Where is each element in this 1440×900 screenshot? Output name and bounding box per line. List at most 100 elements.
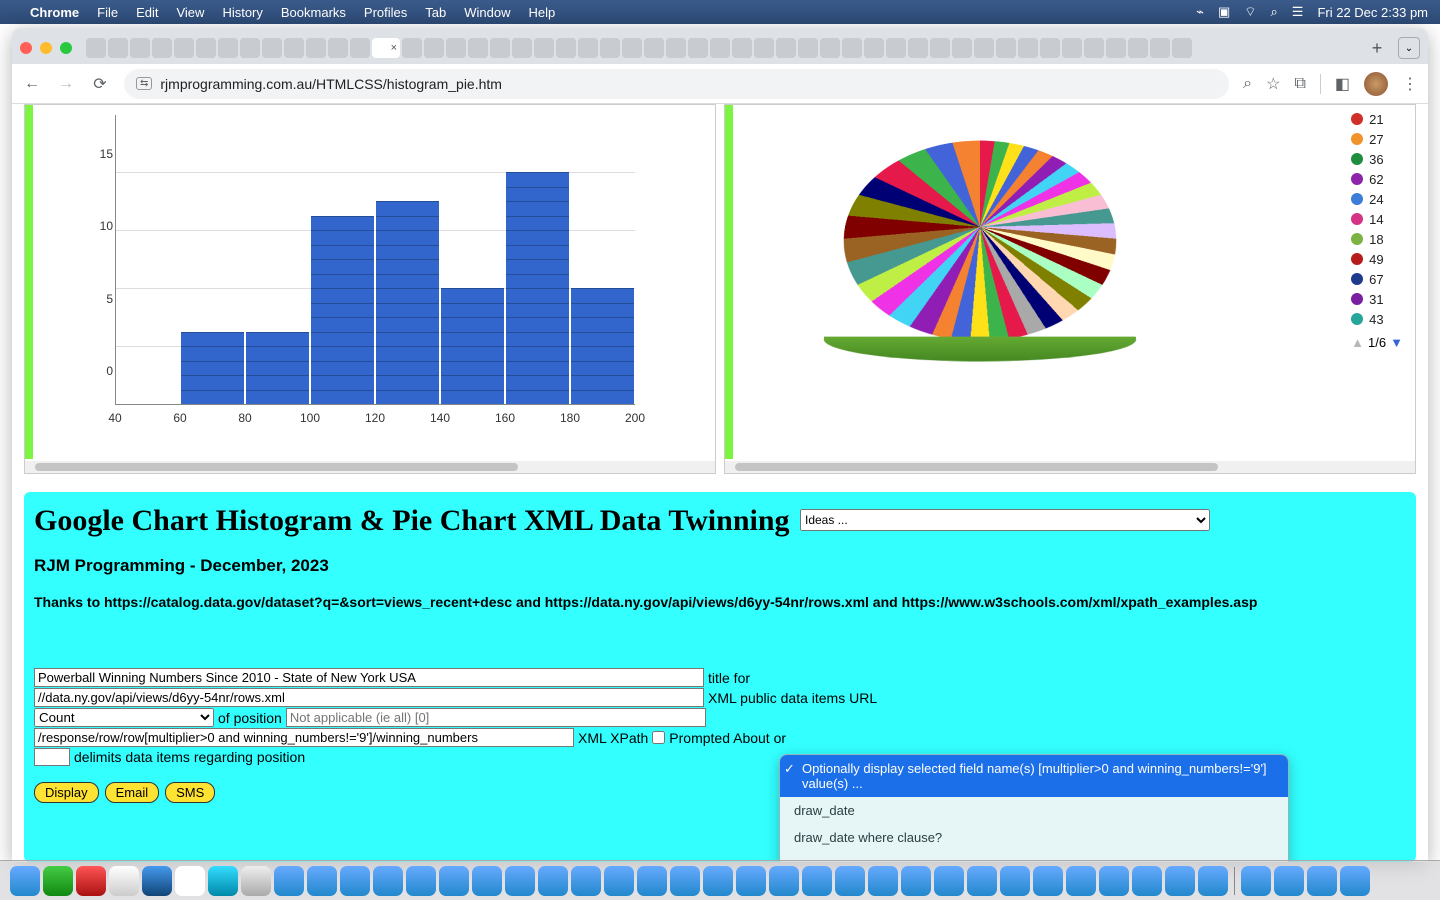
dock-app-icon[interactable] bbox=[571, 866, 601, 896]
display-button[interactable]: Display bbox=[34, 782, 99, 803]
dock-app-icon[interactable] bbox=[472, 866, 502, 896]
pinned-tab[interactable] bbox=[468, 38, 488, 58]
pinned-tab[interactable] bbox=[776, 38, 796, 58]
pinned-tab[interactable] bbox=[732, 38, 752, 58]
panel-scrollbar[interactable] bbox=[25, 461, 715, 473]
pinned-tab[interactable] bbox=[512, 38, 532, 58]
dock-app-icon[interactable] bbox=[1066, 866, 1096, 896]
dock-app-icon[interactable] bbox=[934, 866, 964, 896]
new-tab-button[interactable]: + bbox=[1366, 38, 1388, 59]
dock-app-icon[interactable] bbox=[208, 866, 238, 896]
dock-app-icon[interactable] bbox=[802, 866, 832, 896]
pinned-tab[interactable] bbox=[886, 38, 906, 58]
bluetooth-icon[interactable]: ⌁ bbox=[1196, 4, 1204, 20]
pinned-tab[interactable] bbox=[666, 38, 686, 58]
dock-app-icon[interactable] bbox=[175, 866, 205, 896]
dock-app-icon[interactable] bbox=[901, 866, 931, 896]
control-center-icon[interactable]: ☰ bbox=[1292, 4, 1304, 20]
dock-app-icon[interactable] bbox=[868, 866, 898, 896]
dock-app-icon[interactable] bbox=[274, 866, 304, 896]
count-select[interactable]: Count bbox=[34, 708, 214, 727]
pinned-tab[interactable] bbox=[1106, 38, 1126, 58]
title-input[interactable] bbox=[34, 668, 704, 687]
pinned-tab[interactable] bbox=[284, 38, 304, 58]
dock-app-icon[interactable] bbox=[1033, 866, 1063, 896]
menu-history[interactable]: History bbox=[222, 5, 262, 20]
zoom-icon[interactable]: ⌕ bbox=[1243, 75, 1252, 93]
pinned-tab[interactable] bbox=[908, 38, 928, 58]
pinned-tab[interactable] bbox=[1150, 38, 1170, 58]
reload-button[interactable]: ⟳ bbox=[90, 74, 110, 94]
pinned-tab[interactable] bbox=[1128, 38, 1148, 58]
legend-item[interactable]: 49 bbox=[1351, 249, 1403, 269]
dock-app-icon[interactable] bbox=[967, 866, 997, 896]
legend-item[interactable]: 67 bbox=[1351, 269, 1403, 289]
pinned-tab[interactable] bbox=[446, 38, 466, 58]
dock-app-icon[interactable] bbox=[1274, 866, 1304, 896]
dock-app-icon[interactable] bbox=[1340, 866, 1370, 896]
menu-bookmarks[interactable]: Bookmarks bbox=[281, 5, 346, 20]
pinned-tab[interactable] bbox=[600, 38, 620, 58]
pinned-tab[interactable] bbox=[556, 38, 576, 58]
position-input[interactable] bbox=[286, 708, 706, 727]
dock-app-icon[interactable] bbox=[1132, 866, 1162, 896]
legend-item[interactable]: 27 bbox=[1351, 129, 1403, 149]
minimize-window-button[interactable] bbox=[40, 42, 52, 54]
pinned-tab[interactable] bbox=[130, 38, 150, 58]
pinned-tab[interactable] bbox=[218, 38, 238, 58]
dock-app-icon[interactable] bbox=[340, 866, 370, 896]
pinned-tab[interactable] bbox=[842, 38, 862, 58]
sms-button[interactable]: SMS bbox=[165, 782, 215, 803]
pinned-tab[interactable] bbox=[864, 38, 884, 58]
dropdown-option[interactable]: draw_date where clause? bbox=[780, 824, 1288, 851]
pinned-tab[interactable] bbox=[490, 38, 510, 58]
dock-app-icon[interactable] bbox=[1198, 866, 1228, 896]
legend-item[interactable]: 62 bbox=[1351, 169, 1403, 189]
email-button[interactable]: Email bbox=[105, 782, 160, 803]
pinned-tab[interactable] bbox=[996, 38, 1016, 58]
tabs-overflow-button[interactable]: ⌄ bbox=[1398, 37, 1420, 59]
dock-app-icon[interactable] bbox=[538, 866, 568, 896]
dock-app-icon[interactable] bbox=[76, 866, 106, 896]
dock-app-icon[interactable] bbox=[109, 866, 139, 896]
dock-app-icon[interactable] bbox=[373, 866, 403, 896]
legend-prev-icon[interactable]: ▲ bbox=[1351, 335, 1364, 350]
legend-item[interactable]: 43 bbox=[1351, 309, 1403, 329]
dropdown-option[interactable]: draw_date bbox=[780, 797, 1288, 824]
pinned-tab[interactable] bbox=[974, 38, 994, 58]
pinned-tab[interactable] bbox=[1084, 38, 1104, 58]
dock-app-icon[interactable] bbox=[1000, 866, 1030, 896]
sidepanel-icon[interactable]: ◧ bbox=[1335, 74, 1350, 94]
dock-app-icon[interactable] bbox=[637, 866, 667, 896]
pinned-tab[interactable] bbox=[754, 38, 774, 58]
dock-app-icon[interactable] bbox=[43, 866, 73, 896]
legend-item[interactable]: 36 bbox=[1351, 149, 1403, 169]
dock-app-icon[interactable] bbox=[769, 866, 799, 896]
pinned-tab[interactable] bbox=[622, 38, 642, 58]
dock-app-icon[interactable] bbox=[835, 866, 865, 896]
xpath-input[interactable] bbox=[34, 728, 574, 747]
pinned-tab[interactable] bbox=[820, 38, 840, 58]
pinned-tab[interactable] bbox=[578, 38, 598, 58]
legend-item[interactable]: 14 bbox=[1351, 209, 1403, 229]
battery-icon[interactable]: ▣ bbox=[1218, 4, 1230, 20]
pinned-tab[interactable] bbox=[402, 38, 422, 58]
dock-app-icon[interactable] bbox=[670, 866, 700, 896]
active-tab[interactable] bbox=[372, 38, 400, 58]
kebab-menu-icon[interactable]: ⋮ bbox=[1402, 74, 1418, 94]
dropdown-option-selected[interactable]: Optionally display selected field name(s… bbox=[780, 755, 1288, 797]
legend-item[interactable]: 24 bbox=[1351, 189, 1403, 209]
pinned-tab[interactable] bbox=[1018, 38, 1038, 58]
menu-edit[interactable]: Edit bbox=[136, 5, 158, 20]
profile-avatar[interactable] bbox=[1364, 72, 1388, 96]
extensions-icon[interactable]: ⧉ bbox=[1294, 75, 1305, 93]
dock-app-icon[interactable] bbox=[505, 866, 535, 896]
dock-app-icon[interactable] bbox=[1307, 866, 1337, 896]
pinned-tab[interactable] bbox=[688, 38, 708, 58]
pinned-tab[interactable] bbox=[240, 38, 260, 58]
address-bar[interactable]: ⇆ rjmprogramming.com.au/HTMLCSS/histogra… bbox=[124, 69, 1229, 99]
dock-app-icon[interactable] bbox=[1241, 866, 1271, 896]
spotlight-icon[interactable]: ⌕ bbox=[1271, 4, 1278, 20]
dock-app-icon[interactable] bbox=[1099, 866, 1129, 896]
pinned-tab[interactable] bbox=[196, 38, 216, 58]
